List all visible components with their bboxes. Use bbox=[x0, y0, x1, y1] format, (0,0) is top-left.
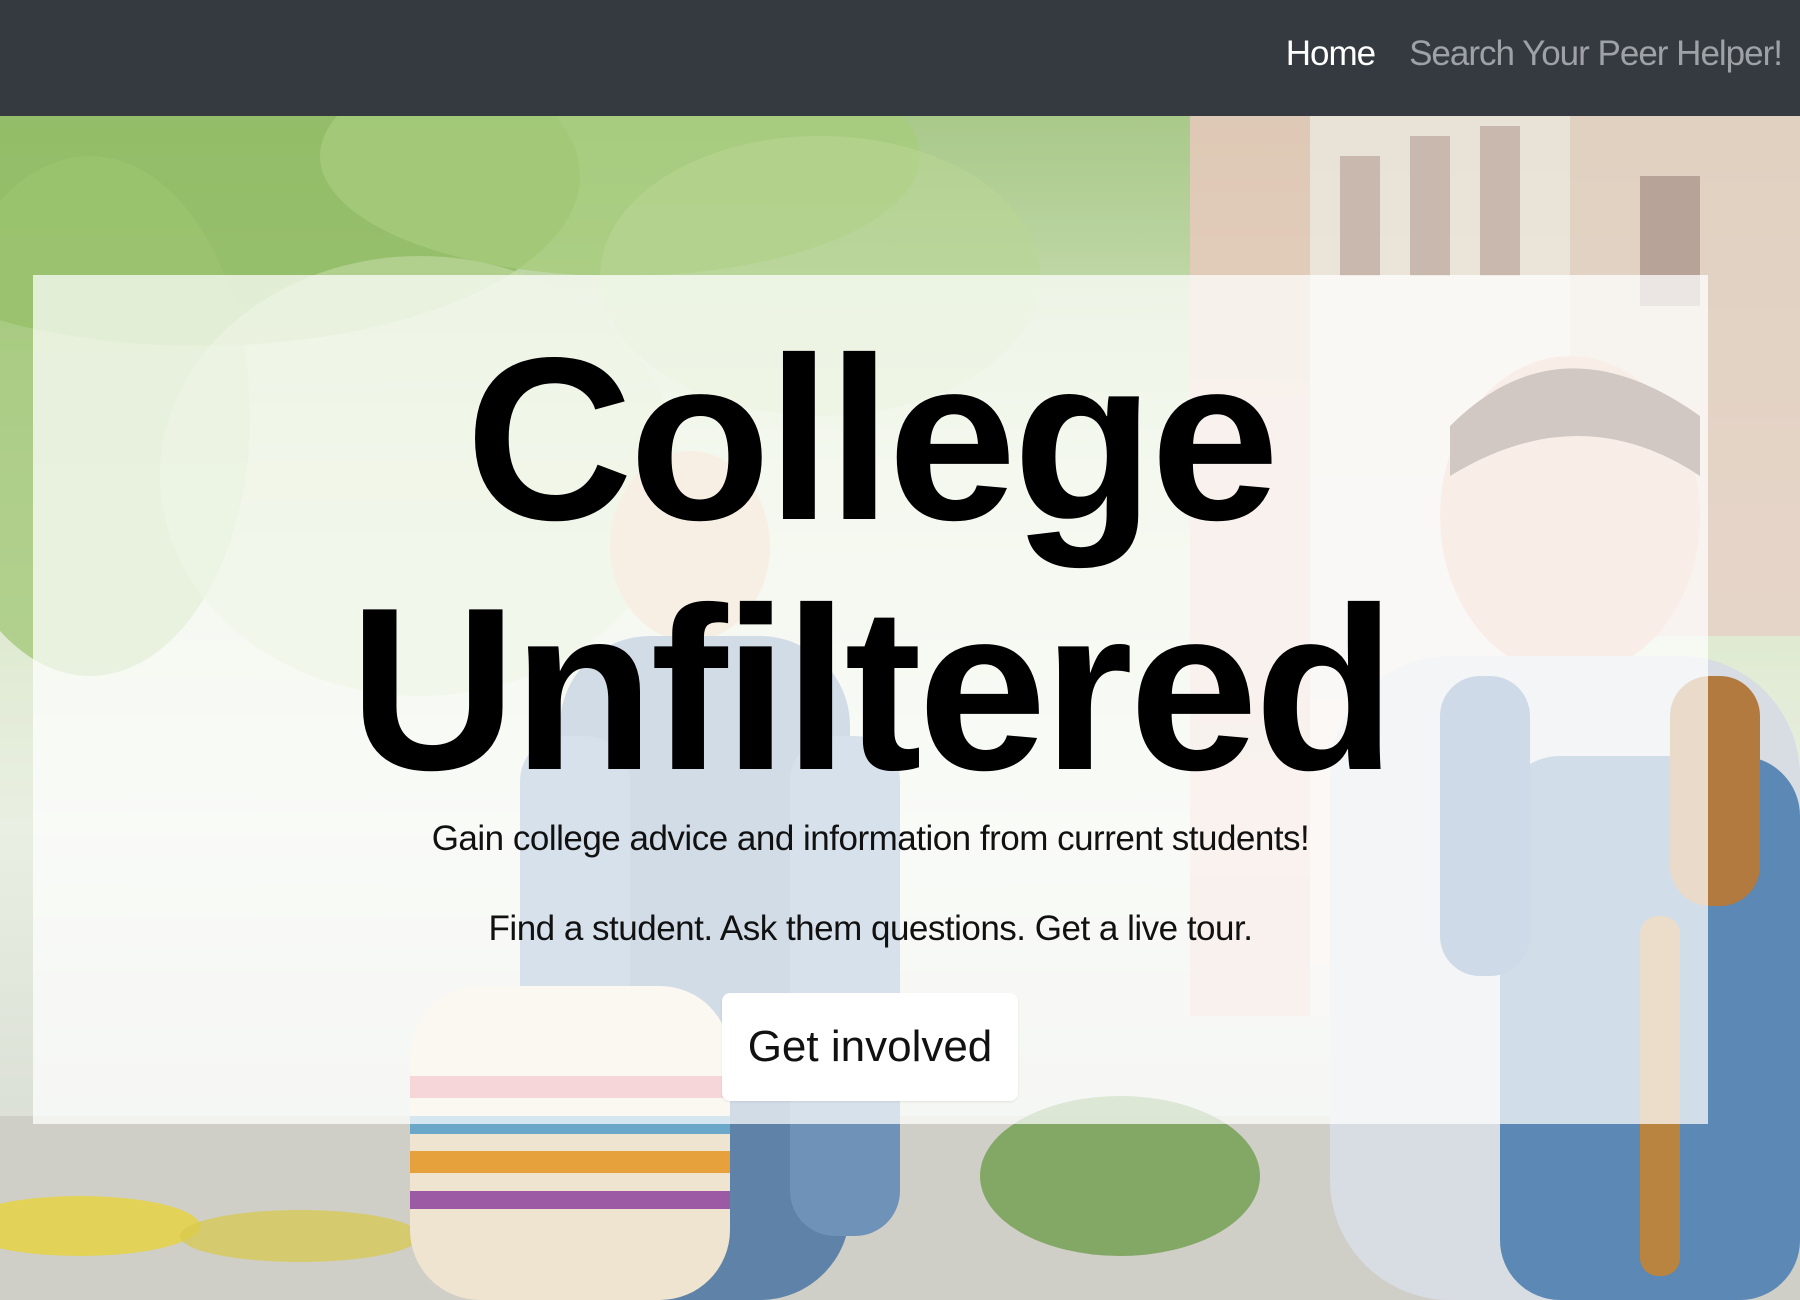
top-navbar: Home Search Your Peer Helper! bbox=[0, 0, 1800, 116]
hero-panel: College Unfiltered Gain college advice a… bbox=[33, 275, 1708, 1124]
hero-lead-steps: Find a student. Ask them questions. Get … bbox=[488, 909, 1253, 948]
hero-title-line1: College bbox=[465, 310, 1280, 569]
nav-link-search-peer-helper[interactable]: Search Your Peer Helper! bbox=[1409, 34, 1783, 74]
nav-link-home[interactable]: Home bbox=[1286, 34, 1376, 74]
hero-title: College Unfiltered bbox=[33, 315, 1708, 815]
get-involved-button[interactable]: Get involved bbox=[722, 993, 1018, 1101]
hero-title-line2: Unfiltered bbox=[349, 560, 1396, 819]
page: Home Search Your Peer Helper! College Un… bbox=[0, 0, 1800, 1300]
nav-links: Home Search Your Peer Helper! bbox=[1286, 0, 1783, 108]
hero-lead-advice: Gain college advice and information from… bbox=[431, 819, 1310, 858]
